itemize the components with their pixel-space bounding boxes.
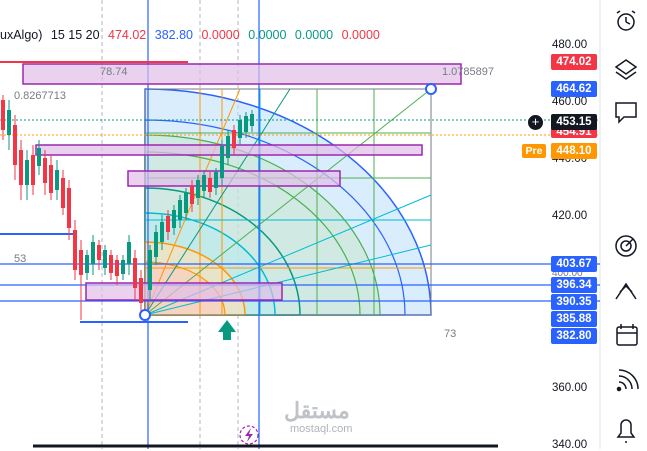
indicator-value-3: 0.0000 bbox=[201, 28, 240, 42]
price-tag-453: 453.15 bbox=[551, 114, 597, 130]
fib-anchor-start bbox=[139, 309, 151, 321]
watermark-logo: مستقل bbox=[284, 398, 350, 423]
indicator-value-1: 474.02 bbox=[108, 28, 147, 42]
indicator-value-6: 0.0000 bbox=[341, 28, 380, 42]
chat-button[interactable] bbox=[608, 96, 642, 128]
price-tick: 340.00 bbox=[552, 439, 588, 451]
alerts-button[interactable] bbox=[608, 6, 642, 38]
layers-button[interactable] bbox=[608, 51, 642, 83]
indicator-params: 15 15 20 bbox=[50, 28, 100, 42]
mountain-button[interactable] bbox=[608, 276, 642, 308]
price-tick: 480.00 bbox=[552, 39, 588, 51]
price-tick: 360.00 bbox=[552, 382, 588, 394]
notifications-button[interactable] bbox=[608, 412, 642, 444]
indicator-value-4: 0.0000 bbox=[248, 28, 287, 42]
price-tag-464: 464.62 bbox=[551, 81, 597, 97]
price-tick: 460.00 bbox=[552, 96, 588, 108]
arrow-up-marker bbox=[218, 320, 236, 340]
price-tag-390: 390.35 bbox=[551, 294, 597, 310]
fib-label-2: 1.0785897 bbox=[442, 66, 494, 78]
price-tag-448: 448.10 bbox=[551, 143, 597, 159]
price-tag-403: 403.67 bbox=[551, 256, 597, 272]
calendar-button[interactable] bbox=[608, 319, 642, 351]
price-tag-385: 385.88 bbox=[551, 311, 597, 327]
price-tag-382: 382.80 bbox=[551, 328, 597, 344]
fib-label-5: 73 bbox=[444, 328, 457, 340]
price-tick: 420.00 bbox=[552, 210, 588, 222]
indicator-name[interactable]: uxAlgo) bbox=[0, 28, 42, 42]
broadcast-button[interactable] bbox=[608, 366, 642, 398]
price-tag-474: 474.02 bbox=[551, 54, 597, 70]
watermark-url: mostaql.com bbox=[290, 423, 353, 435]
price-tag-396: 396.34 bbox=[551, 277, 597, 293]
indicator-value-5: 0.0000 bbox=[294, 28, 334, 42]
add-alert-button[interactable]: + bbox=[528, 115, 543, 130]
chart-canvas[interactable] bbox=[0, 0, 647, 449]
fib-label-4: 53 bbox=[14, 253, 27, 265]
indicator-value-2: 382.80 bbox=[154, 28, 193, 42]
fib-anchor-end bbox=[425, 83, 437, 95]
fib-label-1: 78.74 bbox=[100, 66, 128, 78]
premarket-badge: Pre bbox=[522, 144, 546, 158]
target-button[interactable] bbox=[608, 230, 642, 262]
indicator-header: uxAlgo) 15 15 20 474.02 382.80 0.0000 0.… bbox=[0, 28, 385, 46]
fib-label-3: 0.8267713 bbox=[14, 90, 66, 102]
